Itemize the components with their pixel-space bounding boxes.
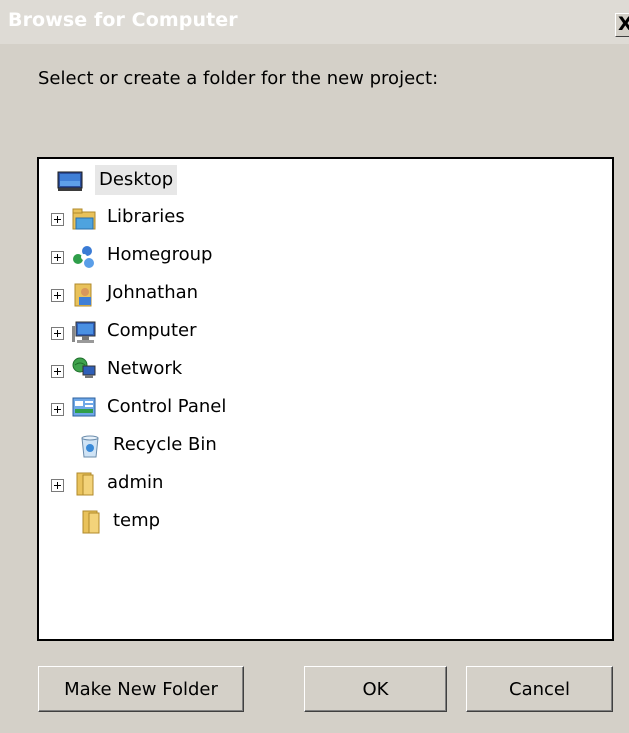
window-title: Browse for Computer xyxy=(8,9,238,31)
tree-item-label: admin xyxy=(107,472,164,493)
expand-toggle[interactable] xyxy=(51,327,64,340)
libraries-icon xyxy=(72,208,96,230)
tree-item-control-panel[interactable]: Control Panel xyxy=(51,392,351,426)
tree-item-computer[interactable]: Computer xyxy=(51,316,351,350)
close-button[interactable]: X xyxy=(615,13,629,37)
close-icon: X xyxy=(618,13,629,35)
tree-item-label: Homegroup xyxy=(107,244,213,265)
expand-toggle[interactable] xyxy=(51,479,64,492)
tree-item-label: Desktop xyxy=(95,165,178,195)
tree-item-admin[interactable]: admin xyxy=(51,468,351,502)
folder-tree[interactable]: Desktop Libraries Homegroup Johnathan Co… xyxy=(37,157,614,641)
folder-icon xyxy=(76,472,94,496)
user-folder-icon xyxy=(74,283,92,307)
browse-dialog: Browse for Computer X Select or create a… xyxy=(0,0,629,733)
expand-toggle[interactable] xyxy=(51,251,64,264)
tree-item-label: Recycle Bin xyxy=(113,434,217,455)
prompt-text: Select or create a folder for the new pr… xyxy=(38,68,439,89)
tree-item-desktop[interactable]: Desktop xyxy=(57,165,257,199)
tree-item-homegroup[interactable]: Homegroup xyxy=(51,240,351,274)
tree-item-label: temp xyxy=(113,510,161,531)
tree-item-network[interactable]: Network xyxy=(51,354,351,388)
homegroup-icon xyxy=(73,246,94,268)
expand-toggle[interactable] xyxy=(51,403,64,416)
desktop-icon xyxy=(57,171,83,191)
make-new-folder-button[interactable]: Make New Folder xyxy=(38,666,244,712)
tree-item-recycle-bin[interactable]: Recycle Bin xyxy=(51,430,351,464)
folder-icon xyxy=(82,510,100,534)
tree-item-label: Johnathan xyxy=(107,282,199,303)
ok-button[interactable]: OK xyxy=(304,666,447,712)
control-panel-icon xyxy=(72,397,96,417)
tree-item-johnathan[interactable]: Johnathan xyxy=(51,278,351,312)
expand-toggle[interactable] xyxy=(51,365,64,378)
tree-item-libraries[interactable]: Libraries xyxy=(51,202,351,236)
cancel-button[interactable]: Cancel xyxy=(466,666,613,712)
title-bar[interactable]: Browse for Computer X xyxy=(0,0,629,44)
network-icon xyxy=(72,357,96,378)
computer-icon xyxy=(72,321,96,343)
recycle-bin-icon xyxy=(81,435,99,458)
expand-toggle[interactable] xyxy=(51,213,64,226)
tree-item-label: Computer xyxy=(107,320,197,341)
tree-item-label: Network xyxy=(107,358,183,379)
tree-item-label: Control Panel xyxy=(107,396,227,417)
expand-toggle[interactable] xyxy=(51,289,64,302)
tree-item-label: Libraries xyxy=(107,206,185,227)
tree-item-temp[interactable]: temp xyxy=(51,506,351,540)
